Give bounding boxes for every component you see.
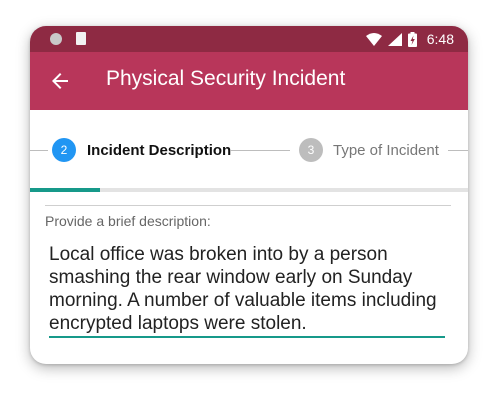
signal-icon [387,32,402,46]
page-title: Physical Security Incident [106,67,346,90]
stepper-connector [448,150,468,151]
step-3-number[interactable]: 3 [299,138,323,162]
notification-dot-icon [50,33,62,45]
step-progress-fill [30,188,101,192]
stepper: 2 Incident Description 3 Type of Inciden… [30,110,468,189]
description-underline [49,336,445,338]
wifi-icon [365,32,382,46]
stepper-connector [30,150,48,151]
description-label: Provide a brief description: [45,213,211,229]
sd-card-icon [76,32,86,45]
back-arrow-icon[interactable] [48,69,72,93]
status-bar: 6:48 [30,26,468,52]
description-textarea[interactable]: Local office was broken into by a person… [49,243,449,335]
clock: 6:48 [426,31,454,47]
step-2-number[interactable]: 2 [52,138,76,162]
battery-icon [407,31,417,47]
step-2-label[interactable]: Incident Description [87,142,231,159]
status-icons: 6:48 [365,26,454,52]
app-bar: Physical Security Incident [30,52,468,110]
step-3-label[interactable]: Type of Incident [333,142,439,159]
stepper-connector [230,150,290,151]
step-progress-bar [30,188,468,192]
phone-frame: 6:48 Physical Security Incident 2 Incide… [30,26,468,364]
divider [45,205,451,206]
